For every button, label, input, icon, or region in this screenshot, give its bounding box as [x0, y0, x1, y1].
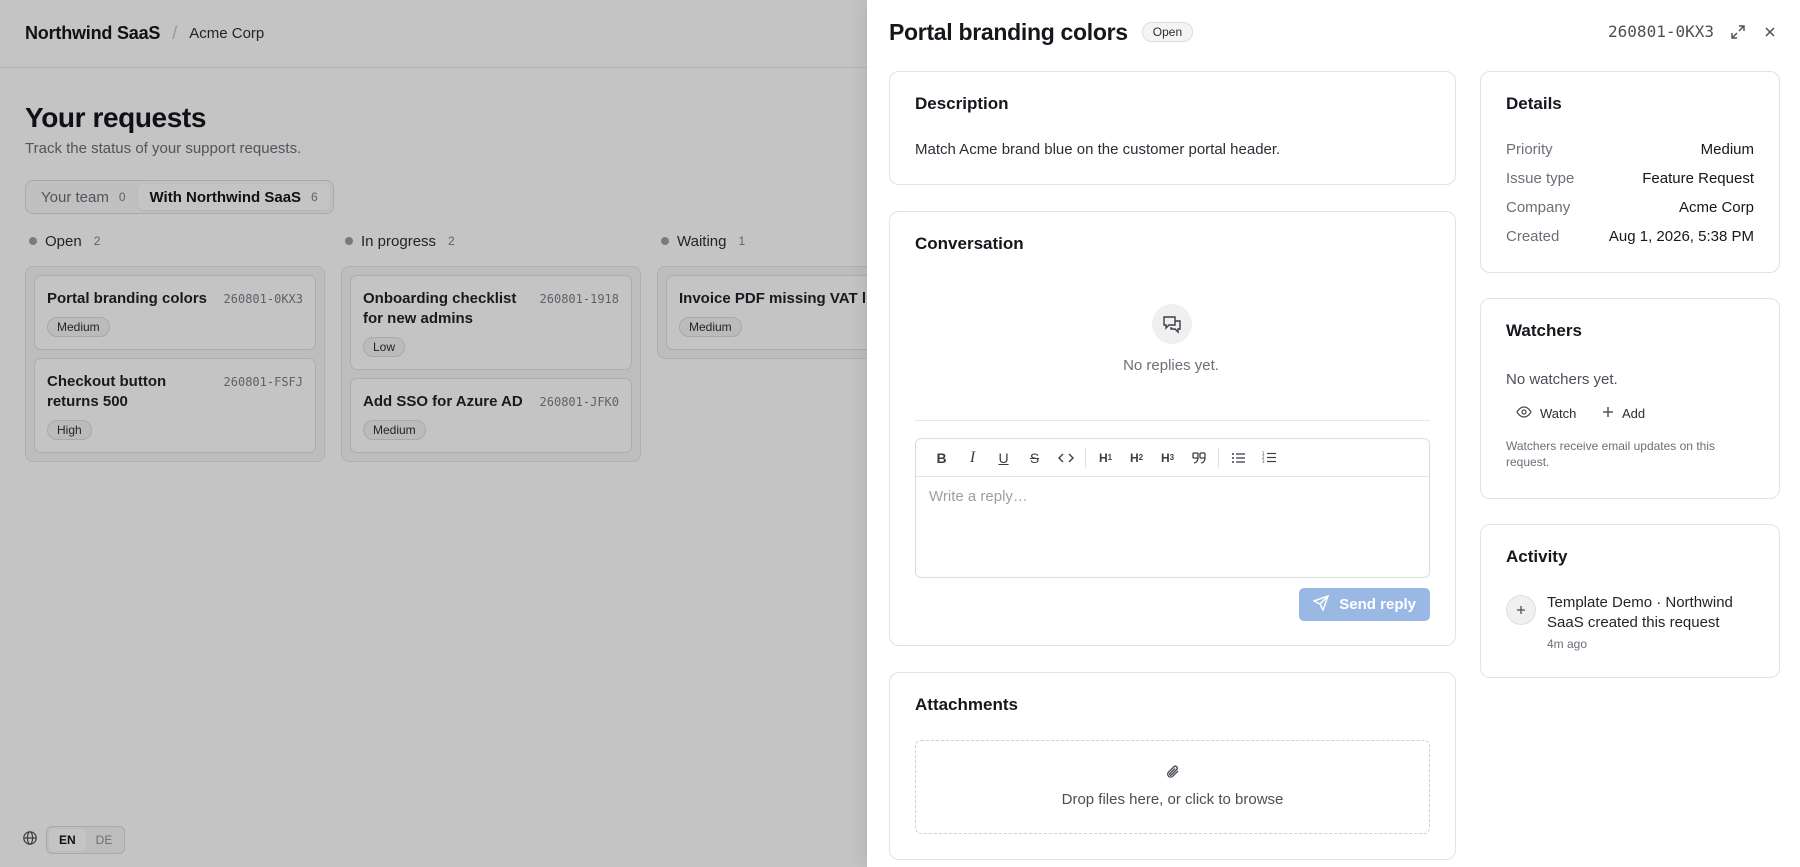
- reply-input[interactable]: Write a reply…: [916, 477, 1429, 516]
- dropzone-text: Drop files here, or click to browse: [1061, 791, 1284, 808]
- underline-icon[interactable]: U: [988, 443, 1019, 473]
- detail-key: Priority: [1506, 141, 1553, 158]
- panel-title: Attachments: [915, 695, 1018, 714]
- add-watcher-button[interactable]: Add: [1602, 406, 1645, 421]
- watch-button[interactable]: Watch: [1516, 406, 1576, 421]
- activity-timestamp: 4m ago: [1547, 637, 1588, 651]
- detail-row-created: Created Aug 1, 2026, 5:38 PM: [1506, 228, 1754, 245]
- eye-icon: [1516, 406, 1532, 421]
- request-id: 260801-0KX3: [1608, 22, 1714, 41]
- attachments-panel: Attachments Drop files here, or click to…: [889, 672, 1456, 860]
- panel-title: Watchers: [1506, 321, 1582, 340]
- panel-title: Conversation: [915, 234, 1024, 253]
- heading-1-icon[interactable]: H1: [1090, 443, 1121, 473]
- detail-row-company: Company Acme Corp: [1506, 199, 1754, 216]
- detail-row-priority: Priority Medium: [1506, 141, 1754, 158]
- detail-row-issue-type: Issue type Feature Request: [1506, 170, 1754, 187]
- detail-value: Aug 1, 2026, 5:38 PM: [1608, 228, 1754, 245]
- detail-value: Acme Corp: [1678, 199, 1754, 216]
- heading-3-icon[interactable]: H3: [1152, 443, 1183, 473]
- activity-panel: Activity Template Demo · Northwind SaaS …: [1480, 524, 1780, 678]
- chat-bubble-icon: [1152, 304, 1192, 344]
- quote-icon[interactable]: [1183, 443, 1214, 473]
- expand-icon[interactable]: [1726, 20, 1750, 44]
- status-badge: Open: [1141, 22, 1194, 42]
- empty-conversation-text: No replies yet.: [1123, 357, 1219, 374]
- bold-icon[interactable]: B: [926, 443, 957, 473]
- reply-editor: B I U S H1 H2 H3 123 Write a reply…: [915, 438, 1430, 578]
- activity-entry-text: Template Demo · Northwind SaaS created t…: [1547, 594, 1733, 631]
- panel-title: Details: [1506, 94, 1562, 113]
- detail-key: Company: [1506, 199, 1571, 216]
- description-text: Match Acme brand blue on the customer po…: [915, 141, 1281, 158]
- panel-title: Description: [915, 94, 1009, 113]
- numbered-list-icon[interactable]: 123: [1254, 443, 1285, 473]
- modal-backdrop[interactable]: [0, 0, 867, 867]
- request-detail-drawer: Portal branding colors Open 260801-0KX3 …: [867, 0, 1800, 867]
- bullet-list-icon[interactable]: [1223, 443, 1254, 473]
- detail-key: Created: [1506, 228, 1560, 245]
- watchers-panel: Watchers No watchers yet. Watch Add Watc…: [1480, 298, 1780, 499]
- close-icon[interactable]: [1758, 20, 1782, 44]
- drawer-title: Portal branding colors: [889, 18, 1128, 45]
- description-panel: Description Match Acme brand blue on the…: [889, 71, 1456, 185]
- watchers-note: Watchers receive email updates on this r…: [1506, 439, 1715, 469]
- drawer-header: Portal branding colors Open 260801-0KX3: [889, 16, 1786, 48]
- send-reply-label: Send reply: [1339, 596, 1416, 613]
- detail-value: Medium: [1700, 141, 1754, 158]
- details-panel: Details Priority Medium Issue type Featu…: [1480, 71, 1780, 273]
- divider: [915, 420, 1430, 421]
- watchers-empty-text: No watchers yet.: [1506, 371, 1618, 388]
- formatting-toolbar: B I U S H1 H2 H3 123: [916, 439, 1429, 477]
- code-icon[interactable]: [1050, 443, 1081, 473]
- conversation-panel: Conversation No replies yet. B I U S H1 …: [889, 211, 1456, 646]
- strikethrough-icon[interactable]: S: [1019, 443, 1050, 473]
- heading-2-icon[interactable]: H2: [1121, 443, 1152, 473]
- detail-value: Feature Request: [1642, 170, 1754, 187]
- detail-key: Issue type: [1506, 170, 1575, 187]
- svg-text:3: 3: [1262, 459, 1265, 464]
- file-dropzone[interactable]: Drop files here, or click to browse: [915, 740, 1430, 834]
- paperclip-icon: [916, 763, 1429, 781]
- panel-title: Activity: [1506, 547, 1568, 566]
- plus-icon: [1506, 595, 1536, 625]
- add-label: Add: [1622, 406, 1646, 421]
- italic-icon[interactable]: I: [957, 443, 988, 473]
- send-icon: [1312, 594, 1330, 615]
- watch-label: Watch: [1540, 406, 1577, 421]
- send-reply-button[interactable]: Send reply: [1299, 588, 1430, 621]
- plus-icon: [1602, 406, 1614, 421]
